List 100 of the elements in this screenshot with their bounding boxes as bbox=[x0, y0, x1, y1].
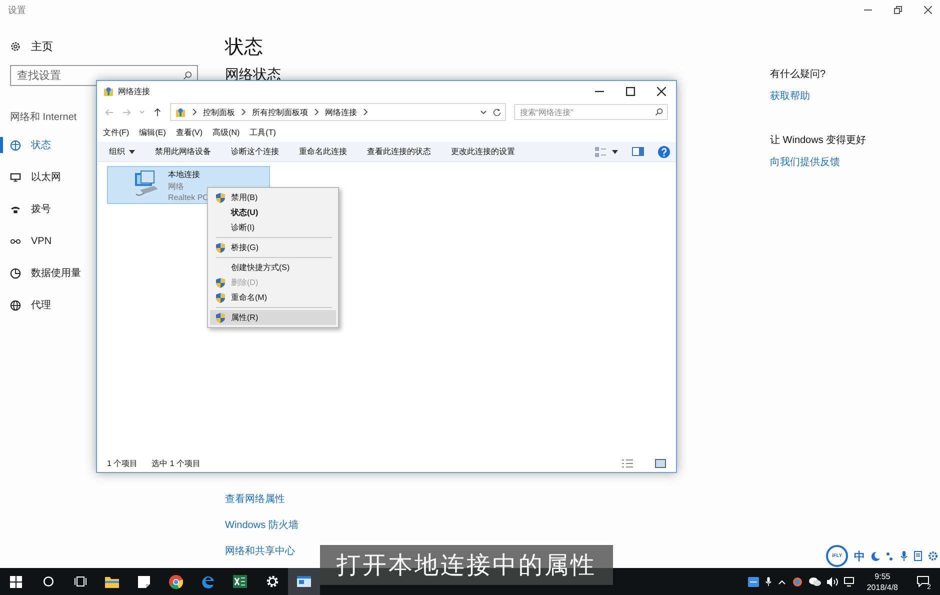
menu-item[interactable]: 工具(T) bbox=[250, 126, 276, 138]
ime-icon[interactable] bbox=[748, 576, 759, 586]
chevron-up-icon[interactable] bbox=[778, 578, 786, 584]
menu-item[interactable]: 高级(N) bbox=[212, 126, 240, 138]
settings-icon bbox=[266, 575, 278, 588]
settings-link[interactable]: 网络和共享中心 bbox=[225, 544, 295, 558]
shield-icon bbox=[216, 192, 225, 202]
help-title: 有什么疑问? bbox=[770, 68, 826, 81]
microphone-icon[interactable] bbox=[764, 576, 772, 587]
keyboard-icon[interactable] bbox=[914, 551, 922, 561]
settings-link[interactable]: Windows 防火墙 bbox=[225, 518, 298, 532]
command-button[interactable]: 重命名此连接 bbox=[299, 146, 347, 157]
pie-icon bbox=[10, 268, 21, 278]
help-title: 让 Windows 变得更好 bbox=[770, 134, 866, 147]
notification-icon bbox=[917, 576, 929, 587]
caret-icon[interactable] bbox=[612, 150, 618, 154]
network-folder-icon bbox=[175, 106, 186, 118]
help-icon[interactable] bbox=[658, 146, 670, 158]
details-view-icon[interactable] bbox=[622, 458, 633, 468]
preview-pane-icon[interactable] bbox=[632, 147, 644, 156]
network-folder-icon bbox=[103, 86, 114, 97]
command-button[interactable]: 更改此连接的设置 bbox=[451, 146, 515, 157]
command-button[interactable]: 禁用此网络设备 bbox=[155, 146, 211, 157]
window-title: 网络连接 bbox=[118, 86, 150, 97]
folder-icon bbox=[105, 576, 119, 588]
settings-icon bbox=[10, 40, 21, 52]
note-icon bbox=[138, 576, 150, 588]
globe-icon bbox=[10, 140, 21, 150]
context-menu-item[interactable]: 重命名(M) bbox=[210, 290, 336, 305]
nav-item[interactable]: 数据使用量 bbox=[10, 262, 81, 284]
search-icon bbox=[42, 576, 54, 587]
command-button[interactable]: 组织 bbox=[109, 146, 135, 157]
context-menu-item[interactable]: 属性(R) bbox=[210, 310, 336, 325]
search-icon bbox=[183, 71, 192, 80]
status-text: 1 个项目 bbox=[107, 458, 138, 468]
context-menu-item[interactable]: 桥接(G) bbox=[210, 240, 336, 255]
punctuation-icon[interactable] bbox=[886, 552, 894, 560]
settings-icon[interactable] bbox=[928, 551, 938, 561]
chat-icon[interactable] bbox=[808, 576, 821, 586]
clock-date[interactable]: 2018/4/8 bbox=[866, 582, 898, 592]
taskbar-button[interactable] bbox=[288, 568, 320, 595]
spreadsheet-icon bbox=[233, 575, 247, 588]
help-link[interactable]: 向我们提供反馈 bbox=[770, 155, 840, 169]
chevron-icon bbox=[363, 109, 368, 115]
nav-item[interactable]: 拨号 bbox=[10, 198, 51, 220]
settings-link[interactable]: 查看网络属性 bbox=[225, 492, 285, 506]
context-menu-item[interactable]: 创建快捷方式(S) bbox=[210, 260, 336, 275]
help-link[interactable]: 获取帮助 bbox=[770, 89, 810, 103]
nav-item[interactable]: VPN bbox=[10, 230, 52, 252]
status-text: 选中 1 个项目 bbox=[152, 458, 201, 468]
speaker-icon[interactable] bbox=[826, 576, 838, 586]
chevron-icon bbox=[241, 109, 246, 115]
clock-time[interactable]: 9:55 bbox=[874, 570, 890, 582]
home-link[interactable]: 主页 bbox=[10, 36, 200, 56]
caret-icon bbox=[129, 150, 135, 154]
context-menu-item[interactable]: 诊断(I) bbox=[210, 220, 336, 235]
chevron-icon bbox=[192, 109, 197, 115]
globe-icon bbox=[10, 300, 21, 310]
command-button[interactable]: 查看此连接的状态 bbox=[367, 146, 431, 157]
task-view-icon bbox=[74, 576, 86, 587]
context-menu-item[interactable]: 状态(U) bbox=[210, 205, 336, 220]
shield-icon bbox=[216, 278, 225, 288]
close-icon[interactable] bbox=[657, 87, 666, 96]
menu-item[interactable]: 编辑(E) bbox=[139, 126, 166, 138]
shield-icon bbox=[216, 312, 225, 322]
window-title: 设置 bbox=[8, 4, 26, 16]
section-title: 网络和 Internet bbox=[10, 110, 77, 124]
maximize-icon[interactable] bbox=[626, 87, 635, 96]
restore-icon[interactable] bbox=[894, 6, 902, 14]
page-heading: 状态 bbox=[225, 36, 264, 60]
nav-item[interactable]: 以太网 bbox=[10, 166, 61, 188]
moon-icon[interactable] bbox=[871, 552, 880, 560]
connection-name: 本地连接 bbox=[168, 168, 201, 180]
up-icon[interactable] bbox=[153, 108, 162, 116]
refresh-icon[interactable] bbox=[493, 108, 501, 116]
chevron-icon bbox=[314, 109, 319, 115]
shield-icon bbox=[216, 242, 225, 252]
menu-item[interactable]: 查看(V) bbox=[176, 126, 203, 138]
monitor-icon bbox=[10, 172, 21, 182]
nav-item[interactable]: 代理 bbox=[10, 294, 51, 316]
video-subtitle: 打开本地连接中的属性 bbox=[320, 545, 613, 585]
breadcrumb-item[interactable]: 网络连接 bbox=[325, 106, 357, 118]
tiles-view-icon[interactable] bbox=[655, 458, 666, 468]
close-icon[interactable] bbox=[924, 6, 932, 14]
shield-icon bbox=[216, 292, 225, 302]
network-icon[interactable] bbox=[844, 576, 855, 586]
search-icon bbox=[655, 108, 663, 116]
address-bar[interactable]: 控制面板 所有控制面板项 网络连接 bbox=[170, 103, 506, 121]
menu-item[interactable]: 文件(F) bbox=[103, 126, 130, 138]
windows-icon bbox=[10, 576, 22, 588]
breadcrumb-item[interactable]: 所有控制面板项 bbox=[252, 106, 308, 118]
browser-icon bbox=[201, 574, 215, 588]
breadcrumb-item[interactable]: 控制面板 bbox=[203, 106, 235, 118]
ime-mode[interactable]: 中 bbox=[854, 548, 865, 564]
search-field[interactable]: 查找设置 bbox=[10, 65, 198, 86]
browser-icon bbox=[169, 574, 183, 588]
caret-icon[interactable] bbox=[480, 109, 487, 115]
command-button[interactable]: 诊断这个连接 bbox=[231, 146, 279, 157]
connection-network: 网络 bbox=[168, 180, 185, 192]
window-icon bbox=[297, 576, 311, 587]
